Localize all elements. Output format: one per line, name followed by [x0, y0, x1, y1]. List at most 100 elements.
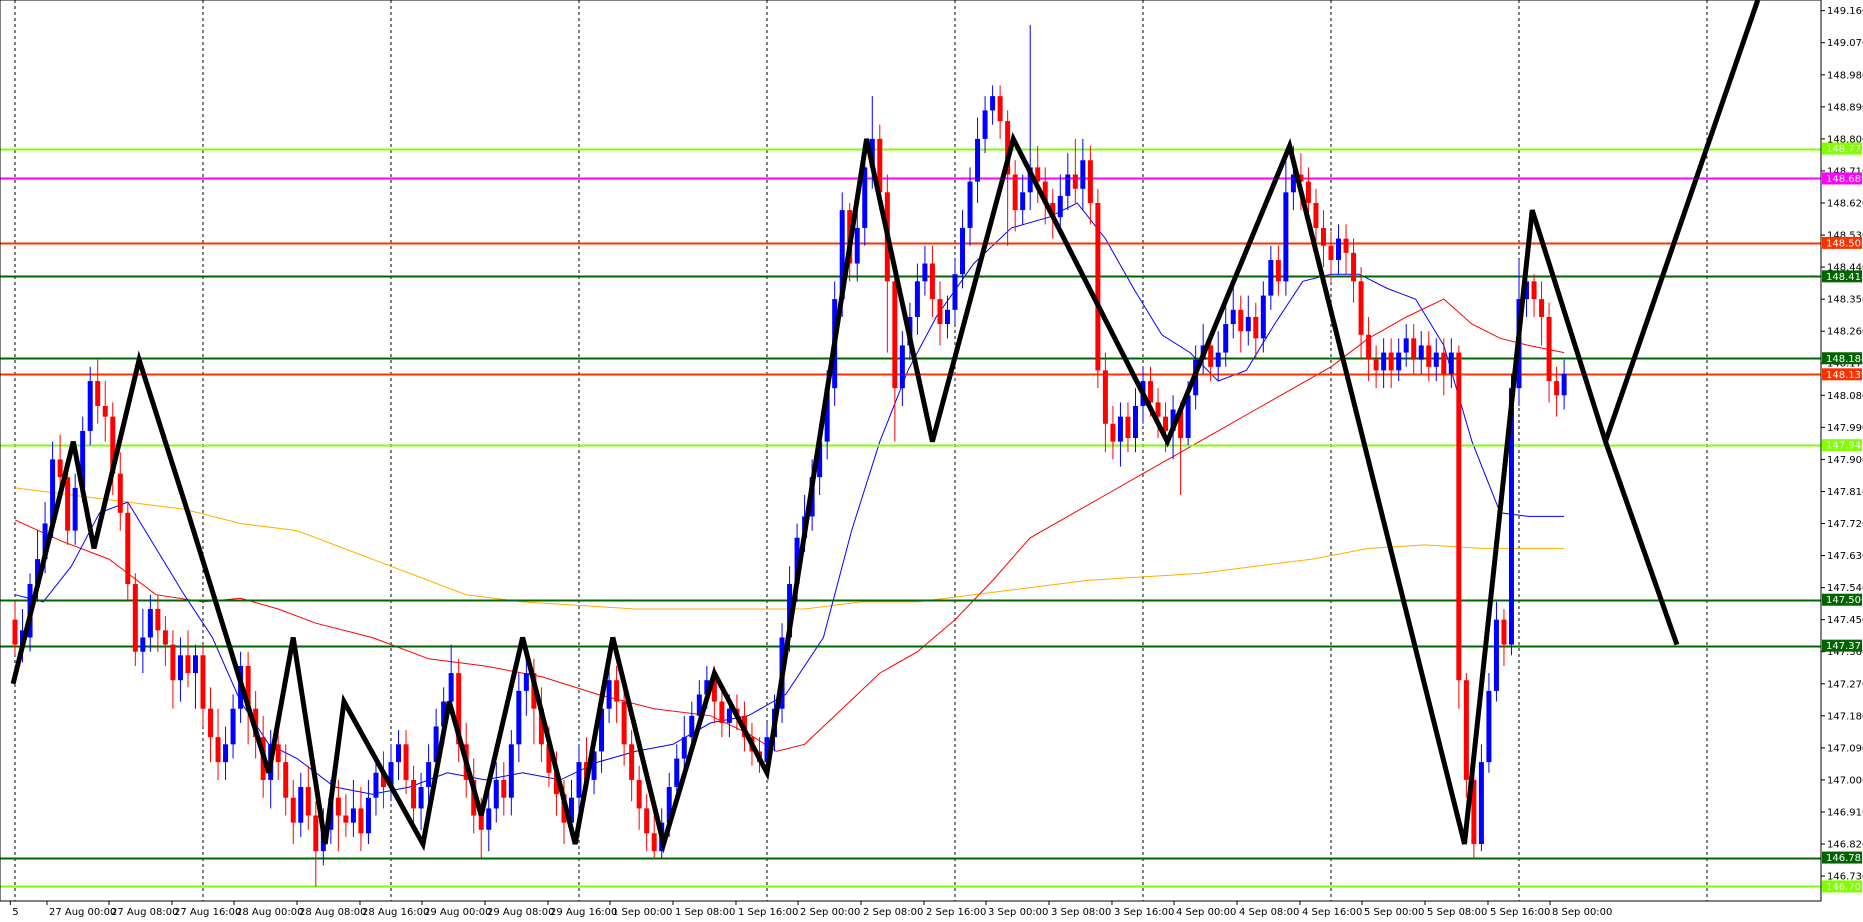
- candle-body: [982, 110, 988, 139]
- price-level-label[interactable]: 148.773: [1826, 144, 1863, 155]
- price-level-label[interactable]: 148.508: [1826, 238, 1863, 249]
- candle-body: [1208, 345, 1214, 367]
- time-tick-label: 2 Sep 16:00: [926, 907, 986, 918]
- candle-body: [929, 263, 935, 300]
- time-tick-label: 28 Aug 16:00: [362, 907, 429, 918]
- time-tick-label: 3 Sep 00:00: [988, 907, 1048, 918]
- candle-body: [478, 815, 484, 830]
- candle-body: [1531, 281, 1537, 300]
- price-tick-label: 147.090: [1827, 743, 1863, 754]
- candle-body: [125, 512, 131, 585]
- candle-body: [365, 797, 371, 834]
- price-tick-label: 148.080: [1827, 391, 1863, 402]
- price-tick-label: 148.350: [1827, 295, 1863, 306]
- price-tick-label: 147.180: [1827, 711, 1863, 722]
- candle-body: [523, 673, 529, 691]
- price-tick-label: 147.990: [1827, 423, 1863, 434]
- chart-canvas[interactable]: 149.160149.070148.980148.890148.800148.7…: [0, 0, 1863, 922]
- candle-body: [1313, 202, 1319, 228]
- price-level-label[interactable]: 148.139: [1826, 370, 1863, 381]
- candle-body: [1351, 252, 1357, 282]
- candle-body: [87, 381, 93, 431]
- candle-body: [1268, 259, 1274, 296]
- candle-body: [689, 715, 695, 738]
- price-level-label[interactable]: 148.689: [1826, 174, 1863, 185]
- candle-body: [1328, 245, 1334, 260]
- candle-body: [335, 797, 341, 816]
- candle-body: [290, 797, 296, 823]
- candle-body: [215, 737, 221, 763]
- candle-body: [185, 655, 191, 674]
- price-tick-label: 149.070: [1827, 38, 1863, 49]
- candle-body: [132, 584, 138, 652]
- candle-body: [1561, 373, 1567, 396]
- candle-body: [298, 787, 304, 823]
- candle-body: [1072, 174, 1078, 189]
- candle-body: [1501, 619, 1507, 645]
- price-level-label[interactable]: 146.701: [1826, 882, 1863, 893]
- price-chart[interactable]: 149.160149.070148.980148.890148.800148.7…: [0, 0, 1863, 922]
- price-level-label[interactable]: 147.940: [1826, 441, 1863, 452]
- price-level-label[interactable]: 148.414: [1826, 272, 1863, 283]
- time-tick-label: 4 Sep 08:00: [1239, 907, 1299, 918]
- candle-body: [1403, 338, 1409, 353]
- candle-body: [1441, 352, 1447, 374]
- candle-body: [155, 608, 161, 631]
- chart-background: [0, 0, 1863, 922]
- candle-body: [629, 744, 635, 780]
- candle-body: [223, 744, 229, 763]
- candle-body: [350, 808, 356, 823]
- candle-body: [1554, 381, 1560, 396]
- candle-body: [177, 655, 183, 681]
- time-tick-label: 4 Sep 00:00: [1176, 907, 1236, 918]
- candle-body: [426, 762, 432, 788]
- candle-body: [448, 673, 454, 702]
- price-tick-label: 148.890: [1827, 102, 1863, 113]
- candle-body: [674, 758, 680, 788]
- time-tick-label: 5 Sep 00:00: [1364, 907, 1424, 918]
- time-tick-label: 2 Sep 00:00: [800, 907, 860, 918]
- time-tick-label: 5 Sep 16:00: [1490, 907, 1550, 918]
- candle-body: [1238, 309, 1244, 332]
- price-tick-label: 147.540: [1827, 583, 1863, 594]
- candle-body: [922, 263, 928, 282]
- candle-body: [854, 227, 860, 264]
- candle-body: [343, 815, 349, 823]
- candle-body: [65, 477, 71, 531]
- price-tick-label: 147.000: [1827, 775, 1863, 786]
- price-level-label[interactable]: 146.782: [1826, 853, 1863, 864]
- candle-body: [1366, 334, 1372, 360]
- candle-body: [1253, 316, 1259, 339]
- candle-body: [418, 787, 424, 809]
- time-tick-label: 27 Aug 08:00: [111, 907, 178, 918]
- price-tick-label: 147.450: [1827, 615, 1863, 626]
- candle-body: [493, 779, 499, 809]
- candle-body: [1456, 352, 1462, 681]
- candle-body: [1478, 762, 1484, 845]
- candle-body: [1433, 352, 1439, 367]
- price-level-label[interactable]: 147.506: [1826, 595, 1863, 606]
- candle-body: [952, 274, 958, 310]
- candle-body: [892, 281, 898, 389]
- candle-body: [283, 762, 289, 798]
- candle-body: [192, 655, 198, 674]
- price-tick-label: 149.160: [1827, 6, 1863, 17]
- candle-body: [990, 96, 996, 111]
- price-level-label[interactable]: 147.377: [1826, 641, 1863, 652]
- time-tick-label: 3 Sep 08:00: [1051, 907, 1111, 918]
- candle-body: [1215, 352, 1221, 367]
- candle-body: [313, 815, 319, 852]
- candle-body: [1012, 174, 1018, 211]
- candle-body: [1245, 316, 1251, 332]
- candle-body: [1381, 352, 1387, 371]
- price-tick-label: 147.900: [1827, 455, 1863, 466]
- candle-body: [1305, 181, 1311, 203]
- candle-body: [486, 808, 492, 830]
- candle-body: [1539, 299, 1545, 317]
- price-level-label[interactable]: 148.184: [1826, 354, 1863, 365]
- candle-body: [373, 772, 379, 798]
- time-tick-label: 27 Aug 00:00: [49, 907, 116, 918]
- candle-body: [719, 701, 725, 723]
- candle-body: [636, 779, 642, 809]
- candle-body: [200, 655, 206, 709]
